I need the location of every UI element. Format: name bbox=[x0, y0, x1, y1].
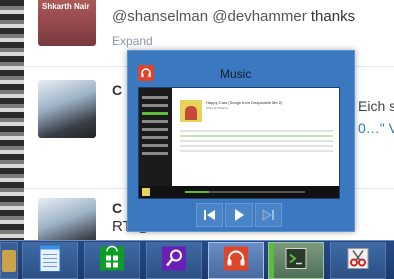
terminal-icon bbox=[285, 247, 307, 274]
preview-title: Music bbox=[220, 67, 252, 81]
taskbar-item-music[interactable] bbox=[208, 242, 264, 279]
avatar-name: Shkarth Nair bbox=[42, 2, 90, 11]
thumbnail-sidebar bbox=[139, 88, 172, 198]
notepad-icon bbox=[38, 244, 62, 277]
track-row bbox=[180, 150, 333, 152]
taskbar-item-terminal[interactable] bbox=[268, 242, 324, 279]
play-button[interactable] bbox=[225, 203, 253, 227]
thumbnail-toolbar bbox=[196, 203, 284, 227]
track-row bbox=[180, 130, 333, 132]
scissors-icon bbox=[345, 245, 371, 276]
next-icon bbox=[262, 209, 275, 221]
folder-icon bbox=[2, 249, 16, 272]
avatar[interactable] bbox=[38, 80, 96, 138]
taskbar-item-explorer[interactable] bbox=[0, 242, 18, 279]
music-app-thumbnail[interactable]: Happy Cars (Songs from Despicable Me 2) … bbox=[138, 87, 340, 199]
search-icon bbox=[161, 245, 187, 276]
album-title: Happy Cars (Songs from Despicable Me 2) bbox=[206, 100, 283, 105]
taskbar-item-search[interactable] bbox=[146, 242, 202, 279]
taskbar-item-snipping-tool[interactable] bbox=[330, 242, 386, 279]
album-art bbox=[180, 100, 202, 122]
mention-link[interactable]: @devhammer bbox=[212, 8, 306, 25]
nav-line bbox=[142, 144, 168, 147]
tweet-author-initial: C bbox=[112, 82, 123, 98]
play-icon bbox=[234, 209, 244, 221]
previous-icon bbox=[203, 210, 215, 220]
thumbnail-main: Happy Cars (Songs from Despicable Me 2) … bbox=[172, 88, 339, 198]
tweet-text-fragment: 0…" V bbox=[358, 120, 394, 136]
tweet-body: thanks bbox=[306, 8, 356, 25]
nav-line bbox=[142, 104, 168, 107]
nav-line bbox=[142, 112, 168, 115]
mention-link[interactable]: @shanselman bbox=[112, 8, 208, 25]
avatar[interactable]: Shkarth Nair bbox=[38, 0, 96, 46]
taskbar-item-store[interactable] bbox=[84, 242, 140, 279]
nav-line bbox=[142, 152, 168, 155]
windows-store-icon bbox=[99, 245, 125, 276]
nav-line bbox=[142, 120, 168, 123]
nav-line bbox=[142, 128, 168, 131]
taskbar bbox=[0, 240, 394, 279]
headphones-icon bbox=[138, 65, 154, 81]
expand-link[interactable]: Expand bbox=[112, 34, 153, 48]
track-row bbox=[180, 145, 333, 147]
headphones-icon bbox=[223, 245, 249, 276]
nav-line bbox=[142, 136, 168, 139]
album-artist: Pharrell Williams bbox=[206, 106, 229, 110]
track-row bbox=[180, 140, 333, 142]
previous-track-button[interactable] bbox=[196, 203, 224, 227]
thumbnail-player-bar bbox=[139, 186, 339, 198]
feed-edge-strip bbox=[0, 0, 24, 240]
tweet-text-fragment: Eich s bbox=[358, 98, 394, 114]
track-row bbox=[180, 135, 333, 137]
taskbar-item-notepad[interactable] bbox=[22, 242, 78, 279]
tweet-text: @shanselman @devhammer thanks bbox=[112, 8, 355, 25]
tweet-author-initial: C bbox=[112, 200, 123, 216]
nav-line bbox=[142, 96, 168, 99]
next-track-button[interactable] bbox=[254, 203, 282, 227]
music-thumbnail-preview[interactable]: Music Happy Cars (Songs from Despicable … bbox=[127, 50, 355, 232]
